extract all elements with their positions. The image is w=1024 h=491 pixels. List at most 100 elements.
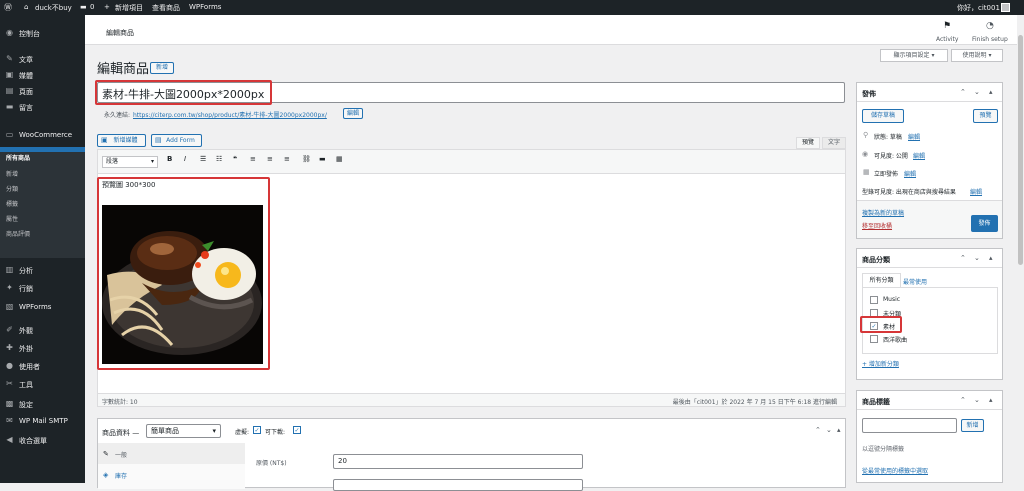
- align-left-icon[interactable]: ≡: [250, 155, 256, 163]
- help-button[interactable]: 使用說明 ▾: [951, 49, 1003, 62]
- sidebar-item-analytics[interactable]: ▥ 分析: [0, 262, 85, 278]
- move-up-icon[interactable]: ⌃: [960, 254, 966, 262]
- inventory-icon: ◈: [103, 471, 109, 479]
- quote-icon[interactable]: ❝: [233, 155, 237, 163]
- tag-input[interactable]: [862, 418, 957, 433]
- bold-icon[interactable]: B: [167, 155, 172, 163]
- align-right-icon[interactable]: ≡: [284, 155, 290, 163]
- add-new-button[interactable]: 新增: [150, 62, 174, 74]
- category-checkbox[interactable]: [870, 335, 878, 343]
- finish-setup-icon[interactable]: ◔: [986, 21, 994, 31]
- align-center-icon[interactable]: ≡: [267, 155, 273, 163]
- toggle-panel-icon[interactable]: ▴: [837, 426, 841, 434]
- sidebar-item-appearance[interactable]: ✐ 外觀: [0, 322, 85, 338]
- toolbar-toggle-icon[interactable]: ▦: [336, 155, 343, 163]
- sidebar-item-pin[interactable]: ✎ 文章: [0, 51, 85, 67]
- move-down-icon[interactable]: ⌄: [974, 254, 980, 262]
- submenu-item[interactable]: 所有商品: [6, 153, 30, 162]
- permalink-url[interactable]: https://citerp.com.tw/shop/product/素材-牛排…: [133, 110, 327, 119]
- virtual-checkbox[interactable]: ✓: [253, 426, 261, 434]
- permalink-edit-button[interactable]: 編輯: [343, 108, 363, 119]
- numbered-list-icon[interactable]: ☷: [216, 155, 222, 163]
- submenu-item[interactable]: 新增: [6, 169, 18, 178]
- new-item-link[interactable]: 新增項目: [115, 3, 143, 13]
- sidebar-item-plugins[interactable]: ✚ 外掛: [0, 340, 85, 356]
- finish-setup-button[interactable]: Finish setup: [972, 36, 1008, 43]
- visibility-edit-link[interactable]: 編輯: [913, 151, 925, 160]
- product-type-select[interactable]: 簡單商品 ▾: [146, 424, 221, 438]
- site-name-link[interactable]: duck不buy: [35, 3, 72, 13]
- wordpress-logo-icon[interactable]: Ⓦ: [4, 2, 12, 13]
- add-form-button[interactable]: ▤ Add Form: [151, 134, 202, 147]
- toggle-panel-icon[interactable]: ▴: [989, 254, 993, 262]
- plus-icon[interactable]: +: [104, 3, 110, 11]
- move-up-icon[interactable]: ⌃: [960, 396, 966, 404]
- greeting-link[interactable]: 你好，cit001: [957, 3, 1000, 13]
- sidebar-item-media[interactable]: ▣ 媒體: [0, 67, 85, 83]
- choose-tags-link[interactable]: 從最常使用的標籤中選取: [862, 466, 928, 475]
- sidebar-item-woocommerce[interactable]: ▭ WooCommerce: [0, 127, 85, 143]
- read-more-icon[interactable]: ▬: [319, 155, 326, 163]
- tab-all-categories[interactable]: 所有分類: [862, 273, 901, 287]
- publish-now-edit-link[interactable]: 編輯: [904, 169, 916, 178]
- catalog-visibility-edit-link[interactable]: 編輯: [970, 187, 982, 196]
- tab-popular-categories[interactable]: 最常使用: [903, 277, 927, 286]
- comment-count[interactable]: 0: [90, 3, 94, 11]
- sidebar-item-collapse[interactable]: ◀ 收合選單: [0, 432, 85, 448]
- view-product-link[interactable]: 查看商品: [152, 3, 180, 13]
- sidebar-item-wpforms[interactable]: ▧ WPForms: [0, 299, 85, 315]
- tab-visual[interactable]: 預覽: [796, 137, 820, 149]
- preview-button[interactable]: 預覽: [973, 109, 998, 123]
- submenu-item[interactable]: 分類: [6, 184, 18, 193]
- scrollbar-thumb[interactable]: [1018, 35, 1023, 265]
- add-tag-button[interactable]: 新增: [961, 419, 984, 432]
- downloadable-checkbox[interactable]: ✓: [293, 426, 301, 434]
- wpforms-link[interactable]: WPForms: [189, 3, 221, 11]
- sidebar-item-pages[interactable]: ▤ 頁面: [0, 83, 85, 99]
- price-input[interactable]: 20: [333, 454, 583, 469]
- tab-text[interactable]: 文字: [822, 137, 846, 149]
- sidebar-item-settings[interactable]: ▩ 設定: [0, 396, 85, 412]
- toggle-panel-icon[interactable]: ▴: [989, 88, 993, 96]
- submenu-item[interactable]: 商品評價: [6, 229, 30, 238]
- trash-link[interactable]: 移至回收桶: [862, 221, 892, 230]
- sidebar-item-users[interactable]: ● 使用者: [0, 358, 85, 374]
- sidebar-item-dashboard[interactable]: ◉ 控制台: [0, 25, 85, 41]
- publish-button[interactable]: 發佈: [971, 215, 998, 232]
- avatar[interactable]: [1001, 3, 1010, 12]
- move-down-icon[interactable]: ⌄: [826, 426, 832, 434]
- move-down-icon[interactable]: ⌄: [974, 396, 980, 404]
- tab-general[interactable]: ✎ 一般: [98, 444, 245, 464]
- move-down-icon[interactable]: ⌄: [974, 88, 980, 96]
- sidebar-item-comments[interactable]: ▬ 留言: [0, 99, 85, 115]
- tab-inventory[interactable]: ◈ 庫存: [98, 465, 245, 485]
- sidebar-item-mail[interactable]: ✉ WP Mail SMTP: [0, 413, 85, 429]
- link-icon[interactable]: ⛓: [302, 155, 311, 163]
- submenu-item[interactable]: 屬性: [6, 214, 18, 223]
- price-value: 20: [338, 457, 347, 465]
- category-checkbox[interactable]: [870, 296, 878, 304]
- submenu-item[interactable]: 標籤: [6, 199, 18, 208]
- comment-icon[interactable]: ▬: [80, 3, 87, 11]
- status-edit-link[interactable]: 編輯: [908, 132, 920, 141]
- save-draft-button[interactable]: 儲存草稿: [862, 109, 904, 123]
- media-icon: ▣: [101, 136, 108, 144]
- sale-price-input[interactable]: [333, 479, 583, 491]
- italic-icon[interactable]: I: [184, 155, 186, 163]
- scrollbar[interactable]: [1017, 15, 1024, 483]
- activity-button[interactable]: Activity: [936, 36, 958, 43]
- toggle-panel-icon[interactable]: ▴: [989, 396, 993, 404]
- sidebar-item-marketing[interactable]: ✦ 行銷: [0, 280, 85, 296]
- add-category-link[interactable]: + 增加新分類: [862, 359, 899, 368]
- move-up-icon[interactable]: ⌃: [960, 88, 966, 96]
- bullet-list-icon[interactable]: ☰: [200, 155, 206, 163]
- move-up-icon[interactable]: ⌃: [815, 426, 821, 434]
- flag-icon[interactable]: ⚑: [943, 21, 951, 31]
- copy-draft-link[interactable]: 複製為新的草稿: [862, 208, 904, 217]
- sidebar-item-tools[interactable]: ✂ 工具: [0, 376, 85, 392]
- home-icon[interactable]: ⌂: [24, 3, 28, 11]
- add-media-button[interactable]: ▣ 新增媒體: [97, 134, 146, 147]
- screen-options-button[interactable]: 顯示項目設定 ▾: [880, 49, 948, 62]
- format-select[interactable]: 段落 ▾: [102, 156, 158, 168]
- dashboard-icon: ◉: [6, 28, 13, 37]
